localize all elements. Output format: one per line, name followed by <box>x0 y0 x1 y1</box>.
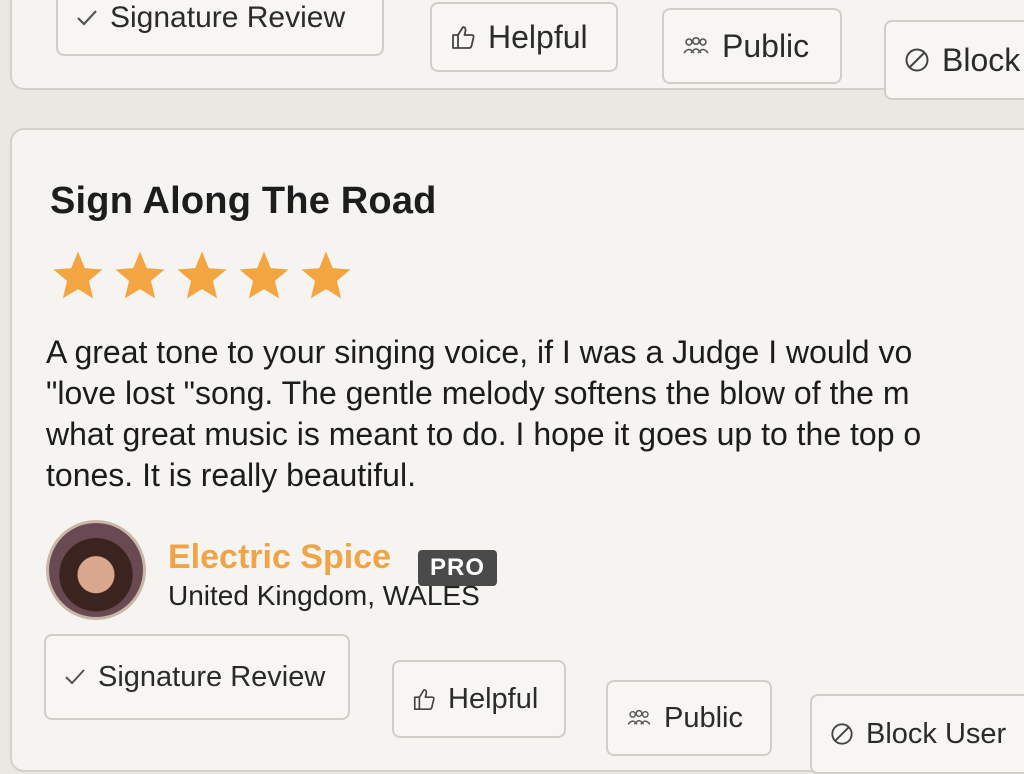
review-text-line: what great music is meant to do. I hope … <box>46 416 922 452</box>
block-user-label: Block <box>942 41 1021 78</box>
avatar[interactable] <box>46 520 146 620</box>
public-label: Public <box>722 27 810 64</box>
checkmark-icon <box>77 10 97 26</box>
block-user-button[interactable]: Block User <box>810 694 1024 774</box>
helpful-button-top[interactable]: Helpful <box>430 2 618 72</box>
review-text: A great tone to your singing voice, if I… <box>46 332 1024 496</box>
star-icon <box>301 251 351 299</box>
checkmark-icon <box>65 669 85 685</box>
block-user-label: Block User <box>866 717 1007 750</box>
block-icon <box>831 723 853 745</box>
helpful-label: Helpful <box>488 18 588 55</box>
author-location: United Kingdom, WALES <box>168 580 480 611</box>
star-rating <box>50 248 354 304</box>
people-icon <box>627 709 651 725</box>
review-text-line: tones. It is really beautiful. <box>46 457 416 493</box>
block-icon <box>905 48 929 72</box>
signature-review-label: Signature Review <box>110 1 346 34</box>
thumbs-up-icon <box>413 688 435 710</box>
people-icon <box>683 36 709 54</box>
signature-review-button[interactable]: Signature Review <box>44 634 350 720</box>
review-text-line: A great tone to your singing voice, if I… <box>46 334 913 370</box>
helpful-button[interactable]: Helpful <box>392 660 566 738</box>
star-icon <box>239 251 289 299</box>
helpful-label: Helpful <box>448 682 539 715</box>
signature-review-button-top[interactable]: Signature Review <box>56 0 384 56</box>
star-icon <box>115 251 165 299</box>
star-icon <box>53 251 103 299</box>
block-user-button-top[interactable]: Block <box>884 20 1024 100</box>
public-label: Public <box>664 701 743 734</box>
public-button-top[interactable]: Public <box>662 8 842 84</box>
thumbs-up-icon <box>452 26 475 49</box>
review-title: Sign Along The Road <box>50 180 437 222</box>
review-text-line: "love lost "song. The gentle melody soft… <box>46 375 910 411</box>
star-icon <box>177 251 227 299</box>
public-button[interactable]: Public <box>606 680 772 756</box>
author-name[interactable]: Electric Spice <box>168 538 391 577</box>
signature-review-label: Signature Review <box>98 660 326 693</box>
